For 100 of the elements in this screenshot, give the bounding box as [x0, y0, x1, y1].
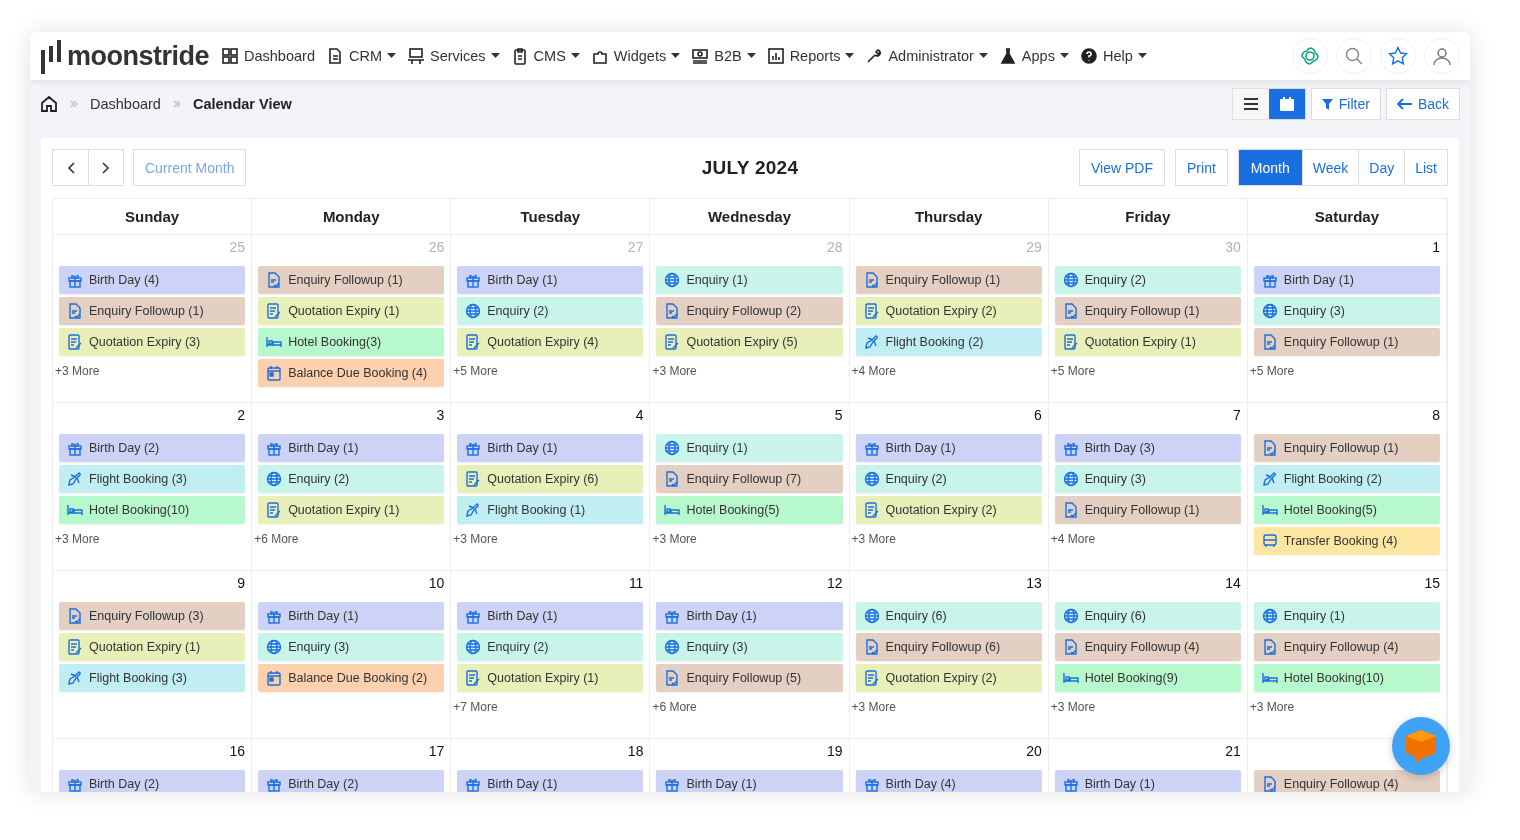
calendar-event[interactable]: Enquiry Followup (1) [59, 297, 246, 325]
more-events-link[interactable]: +6 More [254, 532, 445, 546]
ai-assistant-button[interactable] [1292, 38, 1328, 74]
nav-menu-item[interactable]: Administrator [865, 47, 988, 65]
calendar-event[interactable]: Enquiry (1) [656, 266, 843, 294]
calendar-event[interactable]: Enquiry Followup (1) [1253, 434, 1440, 462]
calendar-event[interactable]: Birth Day (3) [1054, 434, 1241, 462]
print-button[interactable]: Print [1175, 149, 1228, 186]
more-events-link[interactable]: +3 More [453, 532, 644, 546]
user-profile-button[interactable] [1424, 38, 1460, 74]
search-button[interactable] [1336, 38, 1372, 74]
calendar-event[interactable]: Hotel Booking(10) [59, 496, 246, 524]
calendar-event[interactable]: Birth Day (1) [1054, 770, 1241, 792]
calendar-event[interactable]: Enquiry (2) [457, 633, 644, 661]
calendar-event[interactable]: Birth Day (1) [457, 602, 644, 630]
calendar-event[interactable]: Birth Day (2) [59, 770, 246, 792]
more-events-link[interactable]: +7 More [453, 700, 644, 714]
calendar-event[interactable]: Birth Day (4) [59, 266, 246, 294]
calendar-event[interactable]: Enquiry Followup (5) [656, 664, 843, 692]
calendar-event[interactable]: Birth Day (2) [59, 434, 246, 462]
calendar-event[interactable]: Birth Day (1) [656, 602, 843, 630]
back-button[interactable]: Back [1385, 88, 1460, 120]
calendar-event[interactable]: Enquiry Followup (1) [855, 266, 1042, 294]
more-events-link[interactable]: +6 More [652, 700, 843, 714]
more-events-link[interactable]: +3 More [652, 364, 843, 378]
calendar-event[interactable]: Hotel Booking(5) [1253, 496, 1440, 524]
more-events-link[interactable]: +4 More [851, 364, 1042, 378]
calendar-event[interactable]: Quotation Expiry (1) [457, 664, 644, 692]
calendar-event[interactable]: Birth Day (1) [457, 434, 644, 462]
more-events-link[interactable]: +5 More [1249, 364, 1440, 378]
calendar-event[interactable]: Enquiry (3) [258, 633, 445, 661]
calendar-event[interactable]: Enquiry Followup (6) [855, 633, 1042, 661]
more-events-link[interactable]: +3 More [55, 532, 246, 546]
calendar-event[interactable]: Enquiry Followup (4) [1253, 770, 1440, 792]
calendar-event[interactable]: Birth Day (1) [258, 434, 445, 462]
view-tab[interactable]: Month [1238, 150, 1302, 185]
calendar-event[interactable]: Quotation Expiry (1) [258, 496, 445, 524]
nav-menu-item[interactable]: Services [407, 47, 500, 65]
calendar-event[interactable]: Enquiry Followup (3) [59, 602, 246, 630]
calendar-event[interactable]: Birth Day (1) [656, 770, 843, 792]
calendar-event[interactable]: Birth Day (1) [457, 770, 644, 792]
calendar-event[interactable]: Enquiry Followup (4) [1253, 633, 1440, 661]
calendar-event[interactable]: Quotation Expiry (5) [656, 328, 843, 356]
calendar-event[interactable]: Flight Booking (3) [59, 664, 246, 692]
favorites-star-button[interactable] [1380, 38, 1416, 74]
calendar-event[interactable]: Flight Booking (1) [457, 496, 644, 524]
nav-menu-item[interactable]: Dashboard [221, 47, 315, 65]
calendar-event[interactable]: Enquiry (2) [258, 465, 445, 493]
nav-menu-item[interactable]: Widgets [590, 47, 681, 65]
calendar-event[interactable]: Enquiry (2) [1054, 266, 1241, 294]
calendar-event[interactable]: Quotation Expiry (2) [855, 297, 1042, 325]
more-events-link[interactable]: +3 More [652, 532, 843, 546]
calendar-event[interactable]: Enquiry (3) [1054, 465, 1241, 493]
calendar-event[interactable]: Enquiry Followup (1) [1054, 496, 1241, 524]
view-pdf-button[interactable]: View PDF [1079, 149, 1165, 186]
calendar-event[interactable]: Balance Due Booking (4) [258, 359, 445, 387]
calendar-event[interactable]: Enquiry (3) [656, 633, 843, 661]
calendar-event[interactable]: Quotation Expiry (1) [1054, 328, 1241, 356]
calendar-event[interactable]: Flight Booking (2) [1253, 465, 1440, 493]
home-icon[interactable] [40, 95, 58, 113]
calendar-event[interactable]: Enquiry (2) [457, 297, 644, 325]
calendar-event[interactable]: Flight Booking (3) [59, 465, 246, 493]
calendar-event[interactable]: Birth Day (2) [258, 770, 445, 792]
calendar-event[interactable]: Quotation Expiry (6) [457, 465, 644, 493]
nav-menu-item[interactable]: CMS [510, 47, 580, 65]
calendar-event[interactable]: Quotation Expiry (3) [59, 328, 246, 356]
calendar-event[interactable]: Enquiry Followup (2) [656, 297, 843, 325]
calendar-event[interactable]: Enquiry (3) [1253, 297, 1440, 325]
calendar-event[interactable]: Enquiry Followup (1) [1253, 328, 1440, 356]
more-events-link[interactable]: +3 More [55, 364, 246, 378]
calendar-event[interactable]: Hotel Booking(10) [1253, 664, 1440, 692]
calendar-event[interactable]: Enquiry (1) [1253, 602, 1440, 630]
calendar-event[interactable]: Birth Day (1) [1253, 266, 1440, 294]
more-events-link[interactable]: +3 More [851, 532, 1042, 546]
calendar-event[interactable]: Quotation Expiry (2) [855, 496, 1042, 524]
calendar-event[interactable]: Quotation Expiry (1) [258, 297, 445, 325]
calendar-event[interactable]: Balance Due Booking (2) [258, 664, 445, 692]
calendar-event[interactable]: Quotation Expiry (2) [855, 664, 1042, 692]
nav-menu-item[interactable]: B2B [691, 47, 756, 65]
calendar-event[interactable]: Quotation Expiry (4) [457, 328, 644, 356]
calendar-event[interactable]: Birth Day (1) [457, 266, 644, 294]
more-events-link[interactable]: +3 More [851, 700, 1042, 714]
calendar-event[interactable]: Birth Day (1) [855, 434, 1042, 462]
calendar-event[interactable]: Birth Day (1) [258, 602, 445, 630]
calendar-event[interactable]: Enquiry (2) [855, 465, 1042, 493]
calendar-event[interactable]: Flight Booking (2) [855, 328, 1042, 356]
calendar-event[interactable]: Hotel Booking(9) [1054, 664, 1241, 692]
calendar-view-button[interactable] [1268, 89, 1305, 119]
calendar-event[interactable]: Enquiry (6) [855, 602, 1042, 630]
calendar-event[interactable]: Hotel Booking(5) [656, 496, 843, 524]
nav-menu-item[interactable]: CRM [325, 47, 396, 65]
more-events-link[interactable]: +3 More [1249, 700, 1440, 714]
more-events-link[interactable]: +3 More [1050, 700, 1241, 714]
calendar-event[interactable]: Enquiry Followup (1) [258, 266, 445, 294]
calendar-event[interactable]: Hotel Booking(3) [258, 328, 445, 356]
breadcrumb-current[interactable]: Calendar View [192, 96, 292, 112]
calendar-event[interactable]: Enquiry (6) [1054, 602, 1241, 630]
calendar-event[interactable]: Birth Day (4) [855, 770, 1042, 792]
more-events-link[interactable]: +4 More [1050, 532, 1241, 546]
nav-menu-item[interactable]: Apps [998, 47, 1069, 65]
